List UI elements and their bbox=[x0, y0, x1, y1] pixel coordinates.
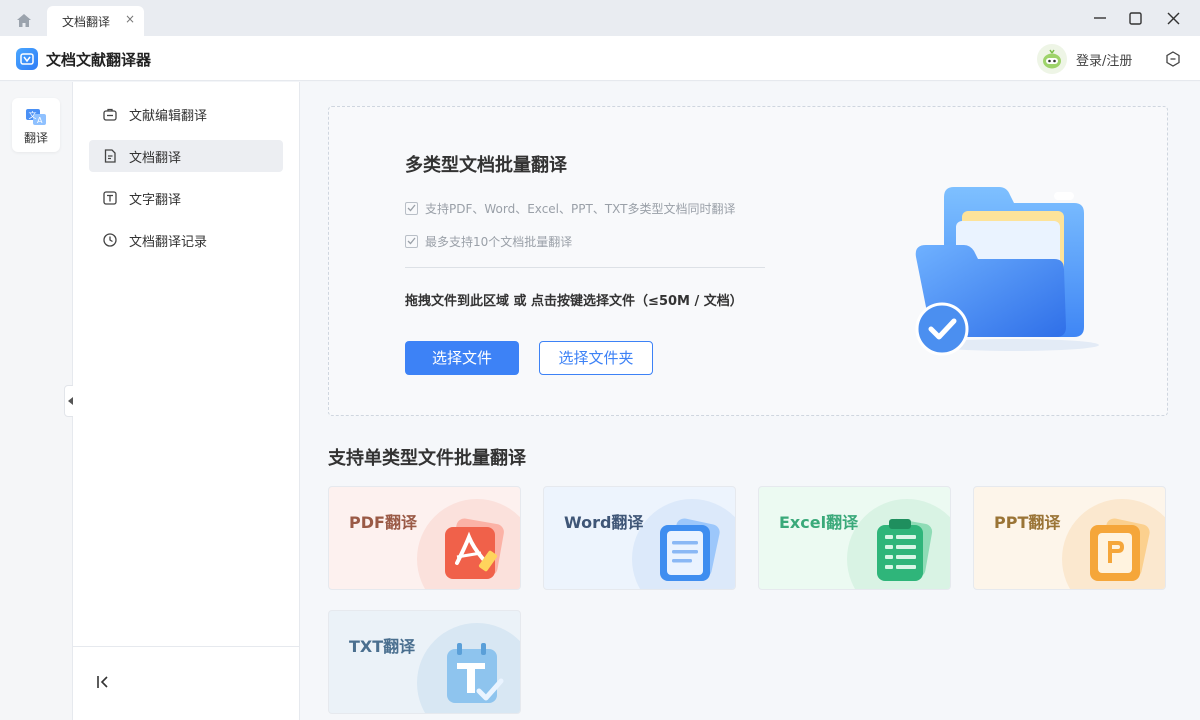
txt-translate-card[interactable]: TXT翻译 bbox=[328, 610, 521, 714]
tab-document-translate[interactable]: 文档翻译 × bbox=[47, 6, 144, 36]
card-label: TXT翻译 bbox=[349, 637, 416, 656]
checkbox-icon bbox=[405, 201, 418, 215]
card-label: PDF翻译 bbox=[349, 513, 417, 532]
feature-item: 支持PDF、Word、Excel、PPT、TXT多类型文档同时翻译 bbox=[405, 199, 735, 217]
briefcase-icon bbox=[103, 108, 117, 121]
rail-item-translate[interactable]: 文 A 翻译 bbox=[12, 98, 60, 152]
drop-hint: 拖拽文件到此区域 或 点击按键选择文件（≤50M / 文档） bbox=[405, 294, 743, 309]
title-bar: 文档翻译 × bbox=[0, 0, 1200, 36]
pdf-icon bbox=[445, 518, 504, 579]
rail-item-label: 翻译 bbox=[23, 131, 48, 145]
word-translate-card[interactable]: Word翻译 bbox=[543, 486, 736, 590]
document-icon bbox=[104, 149, 116, 163]
collapse-sidebar-icon[interactable] bbox=[95, 674, 111, 690]
sidebar-divider bbox=[73, 646, 299, 647]
settings-menu-icon[interactable] bbox=[1164, 50, 1182, 68]
card-label: Word翻译 bbox=[564, 513, 644, 532]
folder-illustration bbox=[904, 177, 1104, 357]
tab-close-icon[interactable]: × bbox=[123, 12, 137, 26]
sidebar-item-text-translate[interactable]: 文字翻译 bbox=[89, 182, 283, 214]
ppt-translate-card[interactable]: PPT翻译 bbox=[973, 486, 1166, 590]
word-icon bbox=[660, 518, 720, 581]
clock-icon bbox=[103, 233, 117, 247]
pdf-translate-card[interactable]: PDF翻译 bbox=[328, 486, 521, 590]
feature-text: 最多支持10个文档批量翻译 bbox=[425, 234, 573, 249]
checkbox-icon bbox=[405, 234, 418, 248]
divider bbox=[405, 267, 765, 268]
sidebar-item-translate-history[interactable]: 文档翻译记录 bbox=[89, 224, 283, 256]
icon-rail: 文 A 翻译 bbox=[0, 82, 73, 720]
excel-icon bbox=[877, 518, 933, 581]
app-logo-icon bbox=[16, 48, 38, 70]
app-header: 文档文献翻译器 登录/注册 bbox=[0, 36, 1200, 81]
sidebar-item-document-translate[interactable]: 文档翻译 bbox=[89, 140, 283, 172]
section-title: 支持单类型文件批量翻译 bbox=[328, 448, 526, 469]
app-title: 文档文献翻译器 bbox=[46, 51, 152, 69]
sidebar-item-label: 文字翻译 bbox=[129, 193, 182, 208]
sidebar-item-label: 文献编辑翻译 bbox=[129, 109, 208, 124]
close-icon[interactable] bbox=[1159, 6, 1187, 30]
main-content: 多类型文档批量翻译 支持PDF、Word、Excel、PPT、TXT多类型文档同… bbox=[300, 82, 1200, 720]
txt-icon bbox=[447, 643, 504, 703]
upload-drop-zone[interactable]: 多类型文档批量翻译 支持PDF、Word、Excel、PPT、TXT多类型文档同… bbox=[328, 106, 1168, 416]
feature-item: 最多支持10个文档批量翻译 bbox=[405, 232, 572, 250]
ppt-icon bbox=[1090, 518, 1150, 581]
upload-title: 多类型文档批量翻译 bbox=[405, 155, 567, 176]
sidebar-item-literature-edit[interactable]: 文献编辑翻译 bbox=[89, 98, 283, 130]
minimize-icon[interactable] bbox=[1086, 6, 1114, 30]
feature-text: 支持PDF、Word、Excel、PPT、TXT多类型文档同时翻译 bbox=[425, 201, 736, 216]
excel-translate-card[interactable]: Excel翻译 bbox=[758, 486, 951, 590]
avatar[interactable] bbox=[1037, 44, 1067, 74]
card-label: Excel翻译 bbox=[779, 513, 859, 532]
select-folder-button[interactable]: 选择文件夹 bbox=[539, 341, 653, 375]
card-label: PPT翻译 bbox=[994, 513, 1061, 532]
text-icon bbox=[103, 191, 117, 205]
sidebar-item-label: 文档翻译记录 bbox=[129, 235, 208, 250]
select-file-button[interactable]: 选择文件 bbox=[405, 341, 519, 375]
maximize-icon[interactable] bbox=[1121, 6, 1149, 30]
tab-label: 文档翻译 bbox=[62, 15, 111, 29]
sidebar-item-label: 文档翻译 bbox=[129, 151, 182, 166]
sidebar: 文献编辑翻译 文档翻译 文字翻译 文档翻译记录 bbox=[73, 82, 300, 720]
translate-icon: 文 A bbox=[25, 108, 47, 126]
login-register-link[interactable]: 登录/注册 bbox=[1076, 50, 1132, 69]
svg-text:A: A bbox=[37, 116, 43, 125]
svg-text:文: 文 bbox=[29, 110, 37, 120]
home-icon[interactable] bbox=[10, 9, 38, 31]
